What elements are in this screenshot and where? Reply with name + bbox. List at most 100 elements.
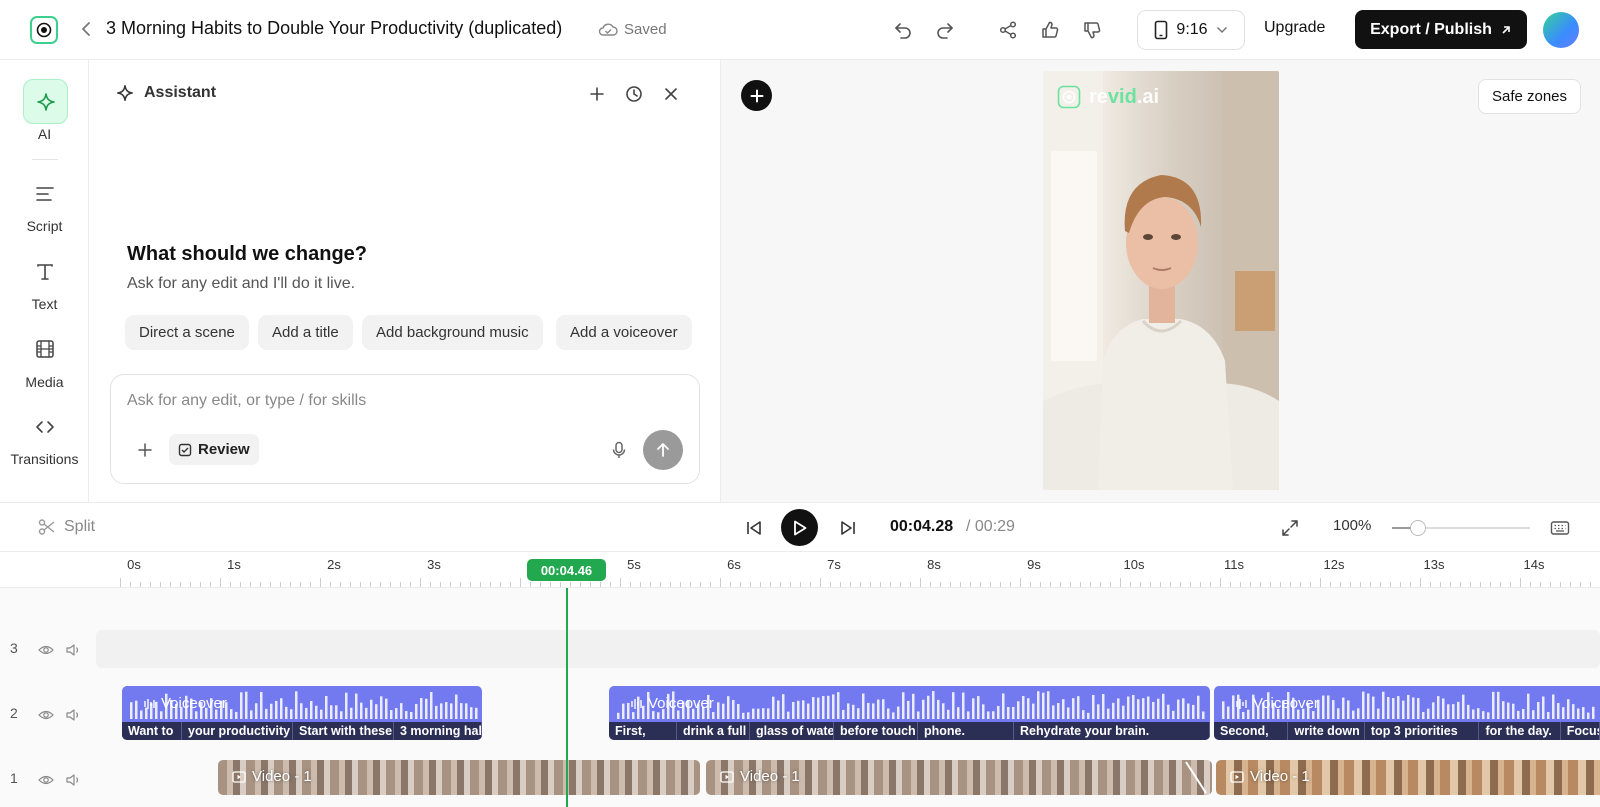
code-brackets-icon[interactable] [33,415,57,439]
safe-zones-button[interactable]: Safe zones [1478,79,1581,114]
user-avatar[interactable] [1543,12,1579,48]
aspect-ratio-select[interactable]: 9:16 [1137,10,1245,50]
sidebar-divider [32,159,58,160]
skip-forward-icon[interactable] [837,517,859,539]
script-lines-icon[interactable] [33,182,57,206]
sidebar-item-script[interactable]: Script [0,218,89,234]
playhead-line[interactable] [566,588,568,807]
sidebar-item-ai[interactable] [23,79,68,124]
new-chat-plus-icon[interactable] [586,83,608,105]
review-toggle-button[interactable]: Review [169,434,259,465]
ruler-tick [880,582,881,587]
keyboard-icon[interactable] [1549,517,1571,539]
thumbs-up-icon[interactable] [1038,18,1062,42]
ruler-label: 13s [1423,557,1445,572]
person-portrait-image [1043,71,1279,490]
voiceover-clip[interactable]: Voiceover First, drink a full glass of w… [609,686,1210,740]
top-bar: 3 Morning Habits to Double Your Producti… [0,0,1600,60]
sidebar-item-text[interactable]: Text [0,296,89,312]
video-clip[interactable]: Video - 1 [706,760,1212,795]
export-publish-button[interactable]: Export / Publish [1355,10,1527,49]
split-button[interactable]: Split [38,518,95,536]
suggestion-direct-scene[interactable]: Direct a scene [125,315,249,350]
ruler-tick [1030,582,1031,587]
thumbs-down-icon[interactable] [1080,18,1104,42]
video-preview-frame[interactable]: revid.ai [1043,71,1279,490]
microphone-icon[interactable] [607,438,631,462]
assistant-prompt-input[interactable] [127,389,677,413]
ruler-tick [1490,582,1491,587]
app-logo-icon[interactable] [30,16,58,44]
attach-plus-icon[interactable] [133,438,157,462]
ruler-tick [350,582,351,587]
ruler-tick [1140,582,1141,587]
sidebar-item-transitions[interactable]: Transitions [0,451,89,467]
ruler-tick [270,582,271,587]
undo-icon[interactable] [891,18,915,42]
ruler-tick [490,582,491,587]
suggestion-add-title[interactable]: Add a title [258,315,353,350]
fullscreen-expand-icon[interactable] [1279,517,1301,539]
caption-word: Rehydrate your brain. [1014,722,1210,740]
ruler-label: 12s [1323,557,1345,572]
close-icon[interactable] [660,83,682,105]
transition-slash-icon[interactable] [1182,760,1210,795]
ruler-tick [1180,582,1181,587]
playhead-time-label[interactable]: 00:04.46 [527,559,606,581]
ruler-tick [550,582,551,587]
ruler-tick [1420,578,1421,587]
timeline[interactable]: 0s 1s 2s 3s 5s 6s 7s 8s 9s 10s 11s 12s 13s 14s 00:04.… [0,552,1600,807]
ruler-tick [1320,578,1321,587]
ruler-tick [1250,582,1251,587]
ruler-tick [670,582,671,587]
eye-icon[interactable] [38,642,54,658]
suggestion-add-voiceover[interactable]: Add a voiceover [556,315,692,350]
ruler-tick [800,582,801,587]
film-icon[interactable] [33,337,57,361]
eye-icon[interactable] [38,707,54,723]
timeline-ruler[interactable]: 0s 1s 2s 3s 5s 6s 7s 8s 9s 10s 11s 12s 13s 14s [0,552,1600,588]
ruler-label: 14s [1523,557,1545,572]
ruler-tick [140,582,141,587]
text-icon[interactable] [33,260,57,284]
play-icon[interactable] [781,509,818,546]
speaker-icon[interactable] [65,642,81,658]
speaker-icon[interactable] [65,707,81,723]
assistant-heading: What should we change? [127,243,368,265]
ruler-tick [1400,582,1401,587]
ruler-tick [410,582,411,587]
caption-word: your productivity [182,722,293,740]
track-3-lane[interactable] [96,630,1600,668]
suggestion-add-background-music[interactable]: Add background music [362,315,543,350]
add-element-plus-icon[interactable] [741,80,772,111]
total-duration: / 00:29 [966,518,1015,535]
skip-back-icon[interactable] [743,517,765,539]
ruler-tick [460,582,461,587]
ruler-tick [430,582,431,587]
voiceover-clip[interactable]: Voiceover Second, write down top 3 prior… [1214,686,1600,740]
zoom-slider[interactable] [1392,520,1530,536]
audio-icon [142,697,156,711]
project-title[interactable]: 3 Morning Habits to Double Your Producti… [106,18,562,39]
zoom-slider-handle[interactable] [1410,520,1427,536]
video-clip[interactable]: Video - 1 [218,760,700,795]
share-icon[interactable] [996,18,1020,42]
back-chevron-icon[interactable] [80,20,94,38]
upgrade-button[interactable]: Upgrade [1264,19,1325,37]
sidebar-item-media[interactable]: Media [0,374,89,390]
ruler-tick [1560,582,1561,587]
ruler-tick [1300,582,1301,587]
voiceover-clip[interactable]: Voiceover Want to your productivity Star… [122,686,482,740]
speaker-icon[interactable] [65,772,81,788]
video-clip[interactable]: Video - 1 [1216,760,1600,795]
send-arrow-icon[interactable] [643,430,683,470]
video-clip-label: Video - 1 [1230,768,1310,785]
ruler-tick [740,582,741,587]
caption-word: Second, [1214,722,1289,740]
eye-icon[interactable] [38,772,54,788]
history-clock-icon[interactable] [623,83,645,105]
ruler-tick [520,578,521,587]
redo-icon[interactable] [933,18,957,42]
assistant-header: Assistant [116,84,216,102]
ruler-tick [320,578,321,587]
